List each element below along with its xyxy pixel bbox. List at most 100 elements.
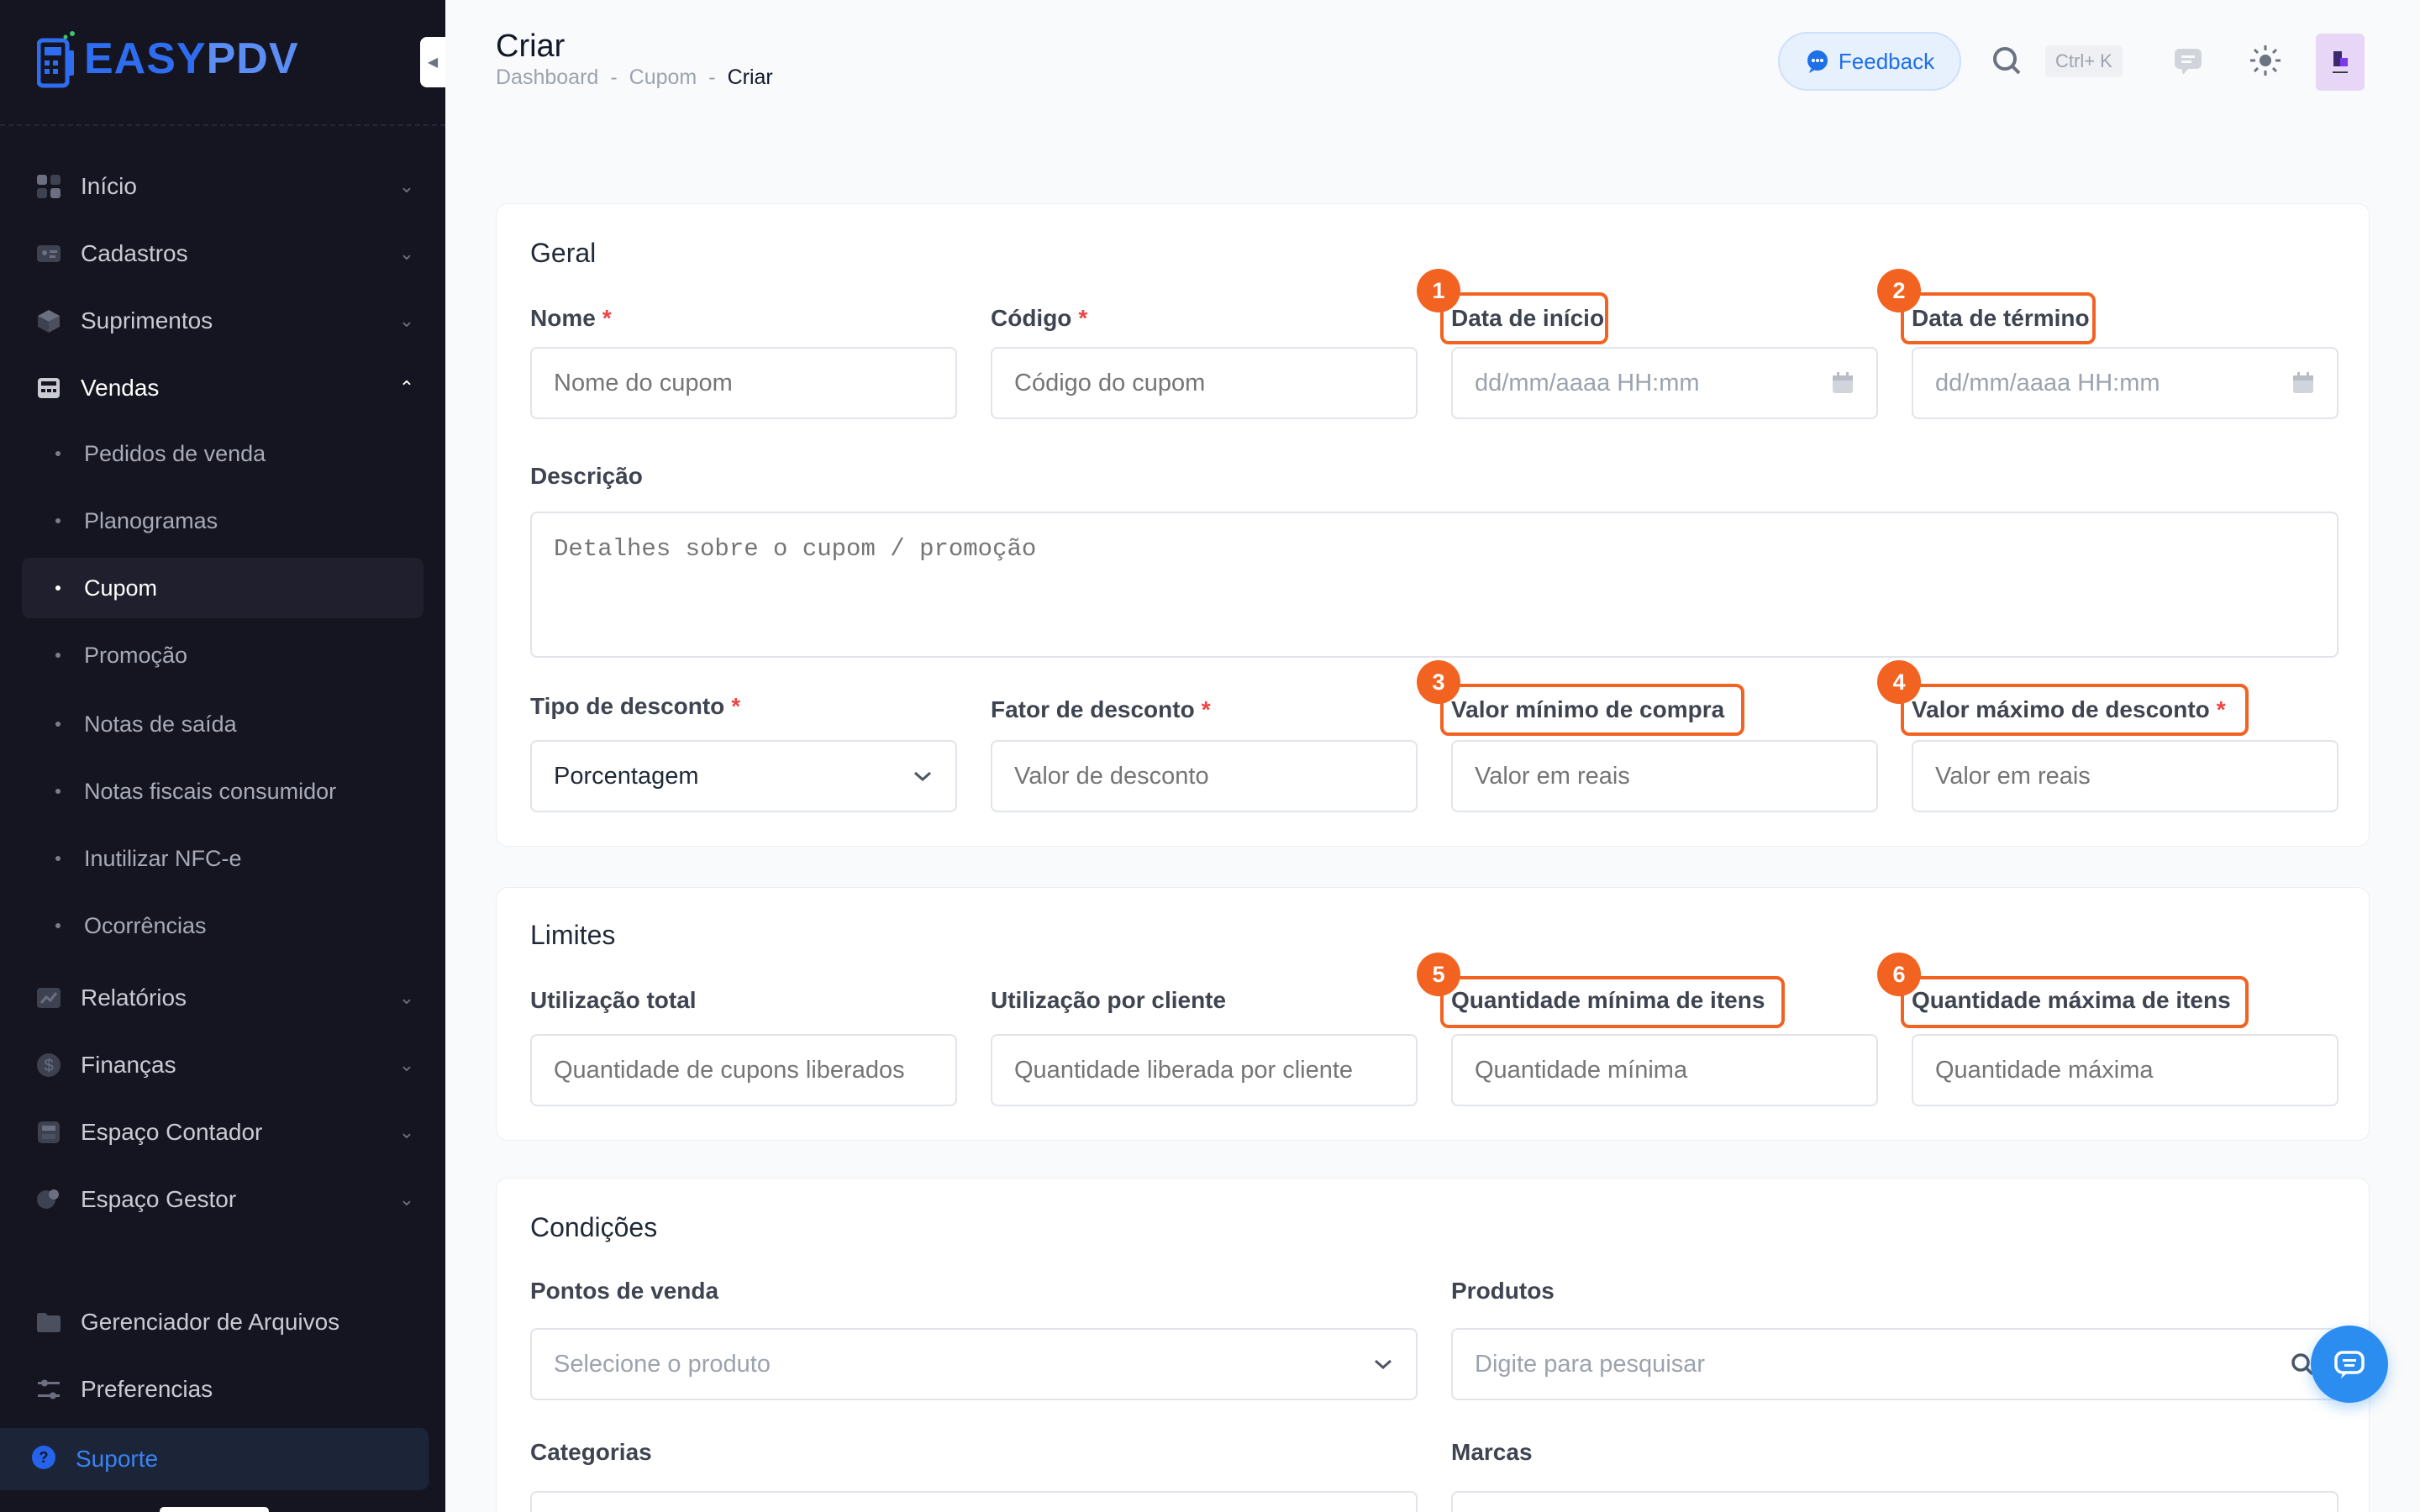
produtos-placeholder: Digite para pesquisar: [1475, 1350, 1706, 1378]
sliders-icon: [34, 1374, 64, 1404]
sidebar-item-espaco-gestor[interactable]: Espaço Gestor ⌄: [22, 1169, 424, 1230]
sidebar-item-cadastros[interactable]: Cadastros ⌄: [22, 223, 424, 284]
marcas-select[interactable]: [1451, 1491, 2338, 1512]
folder-icon: [34, 1307, 64, 1337]
sidebar-subitem-promocao[interactable]: Promoção: [22, 625, 424, 685]
sidebar-item-gerenciador-de-arquivos[interactable]: Gerenciador de Arquivos: [22, 1292, 424, 1352]
sidebar-item-preferencias[interactable]: Preferencias: [22, 1359, 424, 1420]
scroll-handle[interactable]: [160, 1507, 269, 1512]
search-icon[interactable]: [1990, 44, 2023, 77]
dollar-icon: $: [34, 1050, 64, 1080]
annotation-highlight-4: [1901, 684, 2249, 736]
sidebar-item-financas[interactable]: $ Finanças ⌄: [22, 1035, 424, 1095]
valor-maximo-input[interactable]: [1912, 740, 2338, 812]
codigo-input[interactable]: [991, 347, 1418, 419]
chat-icon: [2334, 1351, 2365, 1378]
nome-input[interactable]: [530, 347, 957, 419]
chat-bubble-icon: [1807, 50, 1828, 73]
sidebar-item-relatorios[interactable]: Relatórios ⌄: [22, 968, 424, 1028]
annotation-badge-3: 3: [1417, 660, 1460, 704]
card-title: Geral: [530, 238, 597, 268]
utilizacao-total-input[interactable]: [530, 1034, 957, 1106]
annotation-badge-4: 4: [1877, 660, 1921, 704]
breadcrumb-item-dashboard[interactable]: Dashboard: [496, 66, 598, 90]
data-termino-input[interactable]: dd/mm/aaaa HH:mm: [1912, 347, 2338, 419]
fator-desconto-label: Fator de desconto *: [991, 696, 1211, 722]
chevron-down-icon: ⌄: [398, 1054, 415, 1075]
categorias-select[interactable]: [530, 1491, 1418, 1512]
sidebar-subitem-inutilizar-nfce[interactable]: Inutilizar NFC-e: [22, 828, 424, 889]
svg-text:$: $: [44, 1057, 53, 1075]
sidebar-item-inicio[interactable]: Início ⌄: [22, 156, 424, 217]
sidebar-subitem-notas-de-saida[interactable]: Notas de saída: [22, 694, 424, 754]
sidebar-item-label: Cadastros: [81, 240, 188, 266]
calendar-icon[interactable]: [2291, 371, 2315, 395]
card-title: Limites: [530, 920, 616, 950]
sidebar-collapse-button[interactable]: ◀: [420, 37, 445, 87]
chevron-up-icon: ⌃: [398, 377, 415, 398]
pontos-venda-select[interactable]: Selecione o produto: [530, 1328, 1418, 1400]
valor-minimo-input[interactable]: [1451, 740, 1878, 812]
produtos-label: Produtos: [1451, 1278, 1555, 1304]
sidebar-subitem-planogramas[interactable]: Planogramas: [22, 491, 424, 551]
feedback-button[interactable]: Feedback: [1778, 32, 1961, 91]
sidebar-item-suporte[interactable]: ? Suporte: [0, 1428, 429, 1490]
card-title: Condições: [530, 1212, 658, 1242]
sidebar-subitem-cupom[interactable]: Cupom: [22, 558, 424, 618]
breadcrumb: Dashboard - Cupom - Criar: [496, 66, 773, 90]
nome-label: Nome *: [530, 305, 612, 331]
sidebar-subitem-label: Ocorrências: [84, 912, 207, 938]
data-inicio-input[interactable]: dd/mm/aaaa HH:mm: [1451, 347, 1878, 419]
floating-chat-button[interactable]: [2311, 1326, 2388, 1403]
sidebar-subitem-label: Notas de saída: [84, 711, 237, 737]
sidebar-item-label: Espaço Gestor: [81, 1186, 237, 1212]
avatar-mini-dots: ▬▬▬: [2333, 70, 2348, 75]
sidebar-subitem-ocorrencias[interactable]: Ocorrências: [22, 895, 424, 956]
categorias-label: Categorias: [530, 1439, 652, 1465]
descricao-textarea[interactable]: [530, 512, 2338, 658]
store-logo-icon: [2333, 51, 2348, 66]
produtos-search-input[interactable]: Digite para pesquisar: [1451, 1328, 2338, 1400]
annotation-badge-1: 1: [1417, 269, 1460, 312]
tipo-desconto-value: Porcentagem: [554, 762, 699, 790]
sidebar-item-label: Gerenciador de Arquivos: [81, 1309, 340, 1335]
sidebar-item-espaco-contador[interactable]: Espaço Contador ⌄: [22, 1102, 424, 1163]
sidebar-subitem-pedidos-de-venda[interactable]: Pedidos de venda: [22, 423, 424, 484]
qtd-maxima-input[interactable]: [1912, 1034, 2338, 1106]
pontos-venda-label: Pontos de venda: [530, 1278, 719, 1304]
sidebar-subitem-notas-fiscais-consumidor[interactable]: Notas fiscais consumidor: [22, 761, 424, 822]
sidebar-subitem-label: Promoção: [84, 642, 188, 668]
sidebar-item-label: Preferencias: [81, 1376, 213, 1402]
annotation-highlight-5: [1440, 976, 1785, 1028]
chevron-down-icon: [914, 771, 931, 782]
messages-icon[interactable]: [2171, 44, 2205, 77]
sidebar-item-label: Início: [81, 173, 137, 199]
bullet-icon: [55, 518, 60, 523]
breadcrumb-separator: -: [708, 66, 716, 89]
tipo-desconto-select[interactable]: Porcentagem: [530, 740, 957, 812]
chevron-down-icon: ⌄: [398, 176, 415, 197]
marcas-label: Marcas: [1451, 1439, 1533, 1465]
data-inicio-placeholder: dd/mm/aaaa HH:mm: [1475, 369, 1700, 396]
avatar[interactable]: ▬▬▬: [2316, 34, 2365, 91]
chevron-down-icon: ⌄: [398, 310, 415, 331]
annotation-highlight-3: [1440, 684, 1744, 736]
sidebar-item-label: Suporte: [76, 1446, 159, 1472]
help-icon: ?: [30, 1444, 57, 1475]
fator-desconto-input[interactable]: [991, 740, 1418, 812]
sun-icon[interactable]: [2247, 42, 2284, 79]
sidebar-item-label: Relatórios: [81, 984, 187, 1011]
bullet-icon: [55, 451, 60, 456]
calendar-icon[interactable]: [1831, 371, 1854, 395]
annotation-badge-6: 6: [1877, 953, 1921, 996]
qtd-minima-input[interactable]: [1451, 1034, 1878, 1106]
sidebar: EASYPDV ◀ Início ⌄ Cadastros ⌄ Supriment…: [0, 0, 445, 1512]
sidebar-subitem-label: Pedidos de venda: [84, 440, 266, 466]
sidebar-item-vendas[interactable]: Vendas ⌃: [22, 358, 424, 418]
annotation-badge-2: 2: [1877, 269, 1921, 312]
brand-logo[interactable]: EASYPDV: [37, 29, 299, 89]
utilizacao-cliente-input[interactable]: [991, 1034, 1418, 1106]
pontos-venda-placeholder: Selecione o produto: [554, 1350, 771, 1378]
sidebar-item-suprimentos[interactable]: Suprimentos ⌄: [22, 291, 424, 351]
breadcrumb-item-cupom[interactable]: Cupom: [629, 66, 697, 90]
